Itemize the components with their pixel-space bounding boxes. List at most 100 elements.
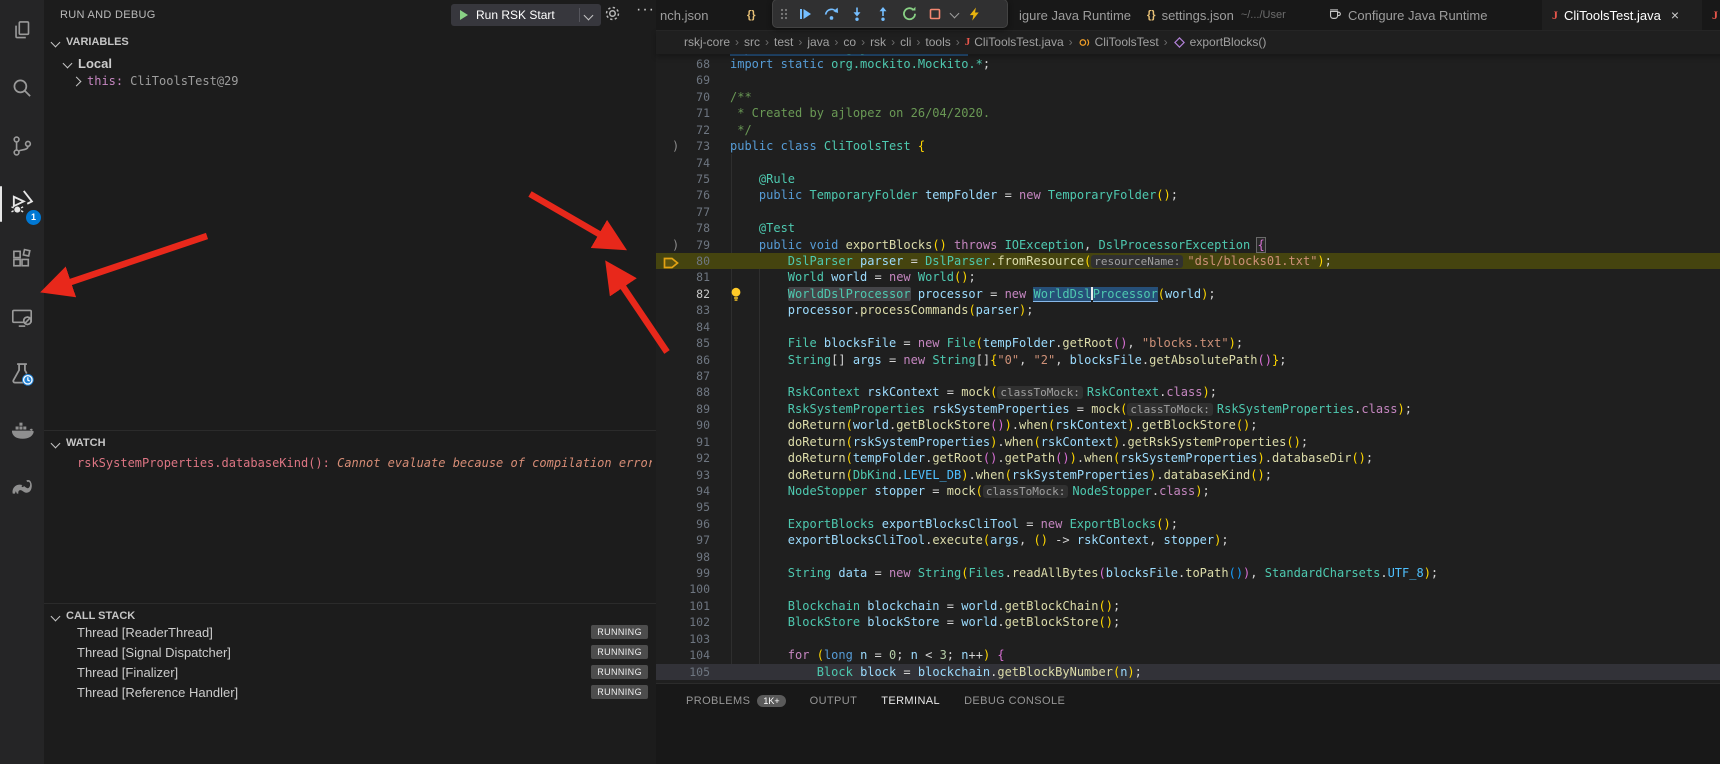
line-number[interactable]: 90	[674, 418, 710, 432]
panel-tab-label: TERMINAL	[881, 695, 940, 707]
tab-nch.json[interactable]: nch.json	[656, 0, 738, 30]
thread-row[interactable]: Thread [Signal Dispatcher]RUNNING	[44, 642, 656, 662]
variables-scope-local[interactable]: Local	[64, 56, 112, 71]
thread-row[interactable]: Thread [Finalizer]RUNNING	[44, 662, 656, 682]
breadcrumb-item[interactable]: CliToolsTest	[1078, 35, 1159, 49]
line-number[interactable]: 80	[674, 254, 710, 268]
line-number[interactable]: 100	[674, 582, 710, 596]
stop-button[interactable]	[922, 2, 948, 26]
thread-row[interactable]: Thread [Reference Handler]RUNNING	[44, 682, 656, 702]
line-number[interactable]: 73	[674, 139, 710, 153]
activity-item-source-control[interactable]	[0, 124, 44, 172]
line-number[interactable]: 104	[674, 648, 710, 662]
breadcrumb-item[interactable]: exportBlocks()	[1173, 35, 1267, 49]
run-configuration-button[interactable]: Run RSK Start	[451, 4, 601, 26]
line-number[interactable]: 94	[674, 484, 710, 498]
activity-item-docker[interactable]	[0, 408, 44, 456]
call-stack-section-header[interactable]: CALL STACK	[52, 610, 135, 622]
line-number[interactable]: 95	[674, 500, 710, 514]
activity-item-run-and-debug[interactable]: 1	[0, 180, 44, 228]
line-number[interactable]: 97	[674, 533, 710, 547]
line-number[interactable]: 69	[674, 73, 710, 87]
breadcrumb-item[interactable]: JCliToolsTest.java	[965, 35, 1064, 49]
panel-tab-terminal[interactable]: TERMINAL	[881, 695, 940, 707]
line-number[interactable]: 75	[674, 172, 710, 186]
breadcrumb-item[interactable]: test	[774, 35, 793, 49]
line-number[interactable]: 92	[674, 451, 710, 465]
tab-partial[interactable]: J	[1702, 0, 1720, 30]
activity-item-gradle[interactable]	[0, 464, 44, 512]
panel-tab-debug-console[interactable]: DEBUG CONSOLE	[964, 695, 1065, 707]
variables-section-header[interactable]: VARIABLES	[52, 36, 129, 48]
breadcrumb-item[interactable]: co	[843, 35, 856, 49]
line-number[interactable]: 71	[674, 106, 710, 120]
line-number[interactable]: 81	[674, 270, 710, 284]
line-number[interactable]: 85	[674, 336, 710, 350]
line-number[interactable]: 91	[674, 435, 710, 449]
hot-code-replace-button[interactable]	[961, 2, 987, 26]
variable-row-this[interactable]: this: CliToolsTest@29	[73, 74, 239, 88]
line-number[interactable]: 72	[674, 123, 710, 137]
tab-CliToolsTest.java[interactable]: JCliToolsTest.java×	[1542, 0, 1703, 30]
activity-item-search[interactable]	[0, 66, 44, 114]
line-number[interactable]: 101	[674, 599, 710, 613]
continue-button[interactable]	[792, 2, 818, 26]
more-actions-icon[interactable]: ···	[636, 1, 655, 19]
panel-tab-problems[interactable]: PROBLEMS1K+	[686, 695, 786, 707]
line-number[interactable]: 82	[674, 287, 710, 301]
gear-icon[interactable]	[604, 5, 621, 27]
line-number[interactable]: 89	[674, 402, 710, 416]
step-into-button[interactable]	[844, 2, 870, 26]
line-number[interactable]: 74	[674, 156, 710, 170]
watch-section-header[interactable]: WATCH	[52, 437, 106, 449]
line-number[interactable]: 102	[674, 615, 710, 629]
restart-button[interactable]	[896, 2, 922, 26]
line-number[interactable]: 84	[674, 320, 710, 334]
line-number[interactable]: 103	[674, 632, 710, 646]
line-number[interactable]: 78	[674, 221, 710, 235]
line-number[interactable]: 96	[674, 517, 710, 531]
breadcrumb-item[interactable]: java	[807, 35, 829, 49]
scope-label: Local	[78, 56, 112, 71]
line-number[interactable]: 105	[674, 665, 710, 679]
activity-item-extensions[interactable]	[0, 238, 44, 286]
line-number[interactable]: 70	[674, 90, 710, 104]
line-number[interactable]: 87	[674, 369, 710, 383]
thread-row[interactable]: Thread [ReaderThread]RUNNING	[44, 622, 656, 642]
breadcrumb-item[interactable]: tools	[925, 35, 950, 49]
drag-handle-button[interactable]	[776, 2, 792, 26]
chevron-down-icon	[51, 37, 61, 47]
thread-name: Thread [ReaderThread]	[77, 625, 213, 640]
code-line: 84	[656, 319, 1720, 336]
breadcrumb-item[interactable]: cli	[900, 35, 911, 49]
activity-item-remote-explorer[interactable]	[0, 296, 44, 344]
line-number[interactable]: 88	[674, 385, 710, 399]
stop-options-button[interactable]	[948, 2, 961, 26]
chevron-down-icon[interactable]	[584, 10, 594, 20]
activity-item-explorer[interactable]	[0, 8, 44, 56]
line-number[interactable]: 98	[674, 550, 710, 564]
tab-settings.json[interactable]: {}settings.json~/.../User	[1137, 0, 1318, 30]
tab-Configure Java Runtime[interactable]: Configure Java Runtime	[1317, 0, 1543, 30]
breadcrumb-item[interactable]: rsk	[870, 35, 886, 49]
step-over-button[interactable]	[818, 2, 844, 26]
watch-expression-row[interactable]: rskSystemProperties.databaseKind(): Cann…	[77, 456, 652, 470]
breadcrumb-separator: ›	[891, 35, 895, 49]
step-out-button[interactable]	[870, 2, 896, 26]
code-text: NodeStopper stopper = mock(classToMock:N…	[730, 484, 1210, 499]
activity-item-testing[interactable]	[0, 352, 44, 400]
line-number[interactable]: 83	[674, 303, 710, 317]
code-editor[interactable]: 67import static org.junit.Assert.*;68imp…	[656, 0, 1720, 683]
panel-tab-output[interactable]: OUTPUT	[810, 695, 858, 707]
thread-name: Thread [Reference Handler]	[77, 685, 238, 700]
line-number[interactable]: 93	[674, 468, 710, 482]
line-number[interactable]: 79	[674, 238, 710, 252]
line-number[interactable]: 76	[674, 188, 710, 202]
line-number[interactable]: 86	[674, 353, 710, 367]
line-number[interactable]: 99	[674, 566, 710, 580]
close-icon[interactable]: ×	[1671, 7, 1679, 23]
line-number[interactable]: 68	[674, 57, 710, 71]
breadcrumb-item[interactable]: src	[744, 35, 760, 49]
line-number[interactable]: 77	[674, 205, 710, 219]
breadcrumb-item[interactable]: rskj-core	[684, 35, 730, 49]
